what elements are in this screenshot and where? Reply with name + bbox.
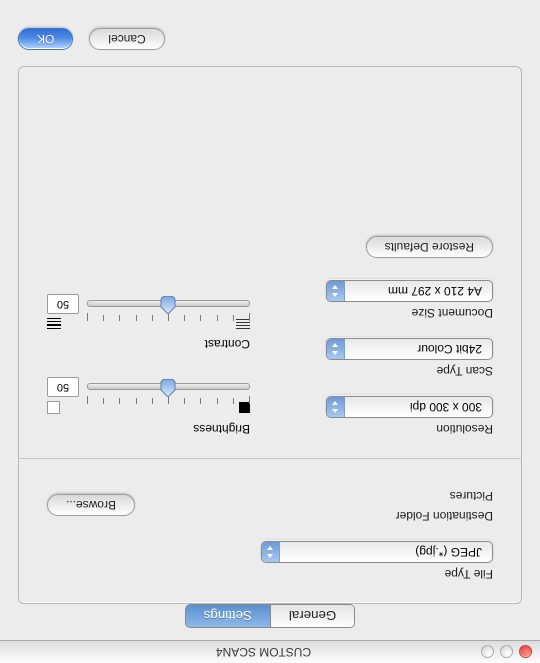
chevron-updown-icon	[327, 397, 345, 417]
window-title: CUSTOM SCAN4	[8, 645, 519, 659]
chevron-updown-icon	[327, 339, 345, 359]
file-type-label: File Type	[47, 567, 493, 581]
resolution-value: 300 x 300 dpi	[345, 400, 492, 414]
ok-button[interactable]: OK	[18, 28, 73, 50]
document-size-popup[interactable]: A4 210 x 297 mm	[326, 280, 493, 302]
left-column: Resolution 300 x 300 dpi Scan Type 24bit…	[290, 218, 493, 436]
brightness-block: Brightness 50	[47, 377, 250, 436]
resolution-label: Resolution	[290, 422, 493, 436]
dialog-footer: Cancel OK	[0, 16, 540, 66]
file-type-popup[interactable]: JPEG (*.jpg)	[261, 541, 493, 563]
contrast-value[interactable]: 50	[47, 294, 79, 314]
right-column: Brightness 50	[47, 218, 250, 436]
tab-general[interactable]: General	[270, 605, 354, 627]
settings-panel: File Type JPEG (*.jpg) Destination Folde…	[18, 66, 522, 604]
tab-segmented: General Settings	[185, 604, 356, 628]
restore-defaults-button[interactable]: Restore Defaults	[366, 236, 493, 258]
document-size-value: A4 210 x 297 mm	[345, 284, 492, 298]
chevron-updown-icon	[327, 281, 345, 301]
brightness-slider[interactable]	[87, 377, 250, 397]
chevron-updown-icon	[262, 542, 280, 562]
destination-folder-label: Destination Folder	[335, 509, 493, 523]
contrast-block: Contrast 50	[47, 294, 250, 351]
brightness-label: Brightness	[47, 422, 250, 436]
divider	[19, 458, 521, 459]
tab-settings[interactable]: Settings	[186, 605, 270, 627]
scan-type-popup[interactable]: 24bit Colour	[326, 338, 493, 360]
brightness-light-icon	[47, 401, 60, 414]
resolution-popup[interactable]: 300 x 300 dpi	[326, 396, 493, 418]
document-size-label: Document Size	[290, 306, 493, 320]
browse-button[interactable]: Browse...	[47, 494, 135, 516]
contrast-high-icon	[47, 318, 61, 329]
window: CUSTOM SCAN4 General Settings File Type …	[0, 0, 540, 663]
contrast-slider[interactable]	[87, 294, 250, 314]
contrast-label: Contrast	[47, 337, 250, 351]
scan-type-label: Scan Type	[290, 364, 493, 378]
file-type-value: JPEG (*.jpg)	[280, 545, 492, 559]
brightness-value[interactable]: 50	[47, 377, 79, 397]
close-icon[interactable]	[519, 646, 532, 659]
cancel-button[interactable]: Cancel	[89, 28, 164, 50]
scan-type-value: 24bit Colour	[345, 342, 492, 356]
tab-bar: General Settings	[0, 604, 540, 634]
titlebar: CUSTOM SCAN4	[0, 640, 540, 663]
destination-folder-value: Pictures	[450, 489, 493, 503]
